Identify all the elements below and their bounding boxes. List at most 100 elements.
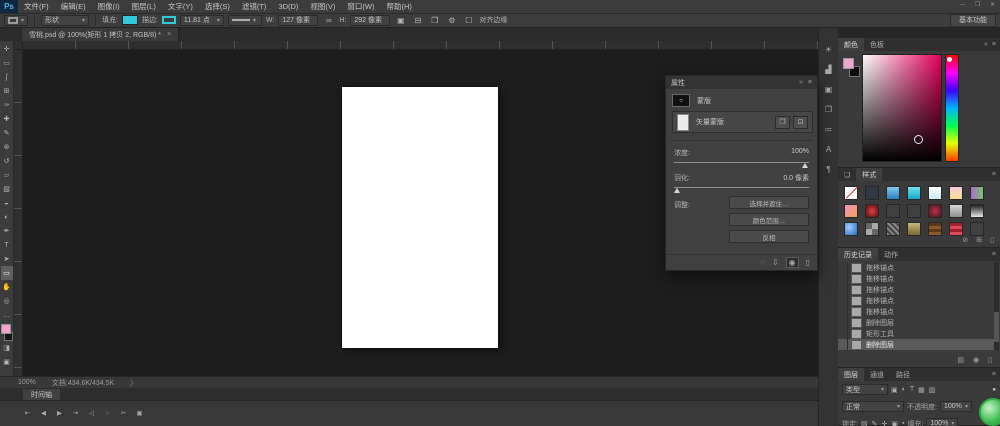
stroke-width-input[interactable]: 11.81 点 ▾ [180,15,224,26]
tab-styles[interactable]: 样式 [856,168,882,181]
first-frame-button[interactable]: ⇤ [22,408,33,418]
history-brush-source-checkbox[interactable] [838,317,848,328]
rectangle-tool[interactable]: ▭ [1,266,13,280]
panel-tab[interactable]: 颜色 [838,38,864,51]
style-swatch[interactable] [970,186,984,200]
filter-adjustment-layers-icon[interactable]: ◐ [902,386,906,394]
menu-item[interactable]: 3D(D) [272,2,304,11]
style-swatch[interactable] [928,204,942,218]
tab-timeline[interactable]: 时间轴 [23,389,60,400]
style-swatch[interactable] [886,186,900,200]
panel-menu-icon[interactable]: ≡ [992,171,996,178]
invert-button[interactable]: 反相 [729,230,809,243]
info-panel-icon[interactable]: ▣ [822,84,836,95]
panel-menu-icon[interactable]: ≡ [992,251,996,258]
style-swatch[interactable] [886,204,900,218]
play-button[interactable]: ▶ [54,408,65,418]
filter-toggle-icon[interactable]: ● [992,387,996,393]
collapse-icon[interactable]: » [984,41,988,48]
close-button[interactable]: ✕ [985,0,1000,10]
filter-type-select[interactable]: 类型 ▾ [842,384,888,395]
history-brush-source-checkbox[interactable] [838,328,848,339]
shuttle-button[interactable]: ◁ [86,408,97,418]
filter-smart-objects-icon[interactable]: ▧ [929,386,936,394]
history-state-row[interactable]: 拖移锚点 [838,306,994,317]
type-tool[interactable]: T [1,238,13,252]
fill-color-swatch[interactable] [122,15,138,25]
character-panel-icon[interactable]: A [822,144,836,155]
panel-menu-icon[interactable]: ≡ [808,79,812,86]
style-swatch[interactable] [970,222,984,236]
style-swatch[interactable] [907,204,921,218]
hue-marker[interactable] [947,57,952,62]
libraries-panel-icon[interactable]: ❒ [822,104,836,115]
density-slider[interactable] [674,162,809,163]
notes-panel-icon[interactable]: ≔ [822,124,836,135]
history-brush-source-checkbox[interactable] [838,339,848,350]
opacity-input[interactable]: 100% ▾ [940,401,972,412]
document-canvas[interactable] [342,87,498,348]
shape-width-input[interactable]: 127 像素 [278,15,318,26]
history-brush-source-checkbox[interactable] [838,284,848,295]
document-tab[interactable]: 雪桃.psd @ 100%(矩形 1 拷贝 2, RGB/8) * × [22,28,179,41]
trash-icon[interactable]: ▯ [990,236,994,244]
healing-brush-tool[interactable]: ✚ [1,112,13,126]
collapse-icon[interactable]: » [799,79,803,86]
dodge-tool[interactable]: ◐ [1,210,13,224]
properties-header[interactable]: 属性 » ≡ [666,76,817,89]
marquee-tool[interactable]: ▭ [1,56,13,70]
color-range-button[interactable]: 颜色范围… [729,213,809,226]
style-swatch[interactable] [844,204,858,218]
tool-preset-picker[interactable]: ▾ [4,15,28,26]
panel-tab-icon[interactable]: ❏ [838,168,856,181]
feather-slider-thumb[interactable] [674,188,680,193]
history-brush-source-checkbox[interactable] [838,262,848,273]
color-cursor[interactable] [914,135,923,144]
history-state-row[interactable]: 拖移锚点 [838,273,994,284]
screen-mode-button[interactable]: ▣ [1,355,13,369]
lock-position-icon[interactable]: ✛ [881,420,887,426]
style-swatch[interactable] [907,186,921,200]
menu-item[interactable]: 文件(F) [18,1,55,12]
clone-stamp-tool[interactable]: ⊛ [1,140,13,154]
menu-item[interactable]: 编辑(E) [55,1,92,12]
fill-input[interactable]: 100% ▾ [926,418,958,426]
eraser-tool[interactable]: ▱ [1,168,13,182]
zoom-tool[interactable]: ◎ [1,294,13,308]
menu-item[interactable]: 文字(Y) [162,1,199,12]
menu-item[interactable]: 滤镜(T) [236,1,273,12]
style-swatch[interactable] [865,204,879,218]
blur-tool[interactable]: ◒ [1,196,13,210]
saturation-brightness-field[interactable] [862,54,942,162]
foreground-color-swatch[interactable] [1,324,11,334]
style-swatch[interactable] [949,186,963,200]
camera-icon[interactable]: ◉ [973,356,979,364]
quick-mask-button[interactable]: ◨ [1,341,13,355]
style-swatch[interactable] [970,204,984,218]
trash-icon[interactable]: ▯ [988,356,992,364]
previous-frame-button[interactable]: ◀ [38,408,49,418]
style-swatch[interactable] [907,222,921,236]
new-document-from-state-icon[interactable]: ▤ [957,356,964,364]
timeline-settings-button[interactable]: ▣ [134,408,145,418]
style-swatch[interactable] [886,222,900,236]
panel-tab[interactable]: 动作 [878,248,904,261]
blend-mode-select[interactable]: 正常 ▾ [842,401,904,412]
style-swatch[interactable] [949,222,963,236]
panel-tab[interactable]: 路径 [890,368,916,381]
stroke-color-swatch[interactable] [162,16,176,24]
filter-type-layers-icon[interactable]: T [910,386,914,394]
style-swatch[interactable] [928,222,942,236]
style-none[interactable] [844,186,858,200]
panel-tab[interactable]: 通道 [864,368,890,381]
align-edges-checkbox[interactable]: ☐ [462,16,475,25]
gear-icon[interactable]: ⚙ [445,16,458,25]
add-pixel-mask-button[interactable]: ❐ [775,116,790,129]
paragraph-panel-icon[interactable]: ¶ [822,164,836,175]
filter-shape-layers-icon[interactable]: ▦ [918,386,925,394]
history-brush-source-checkbox[interactable] [838,273,848,284]
hue-slider[interactable] [945,54,959,162]
panel-tab[interactable]: 图层 [838,368,864,381]
history-brush-source-checkbox[interactable] [838,295,848,306]
history-state-row[interactable]: 矩形工具 [838,328,994,339]
